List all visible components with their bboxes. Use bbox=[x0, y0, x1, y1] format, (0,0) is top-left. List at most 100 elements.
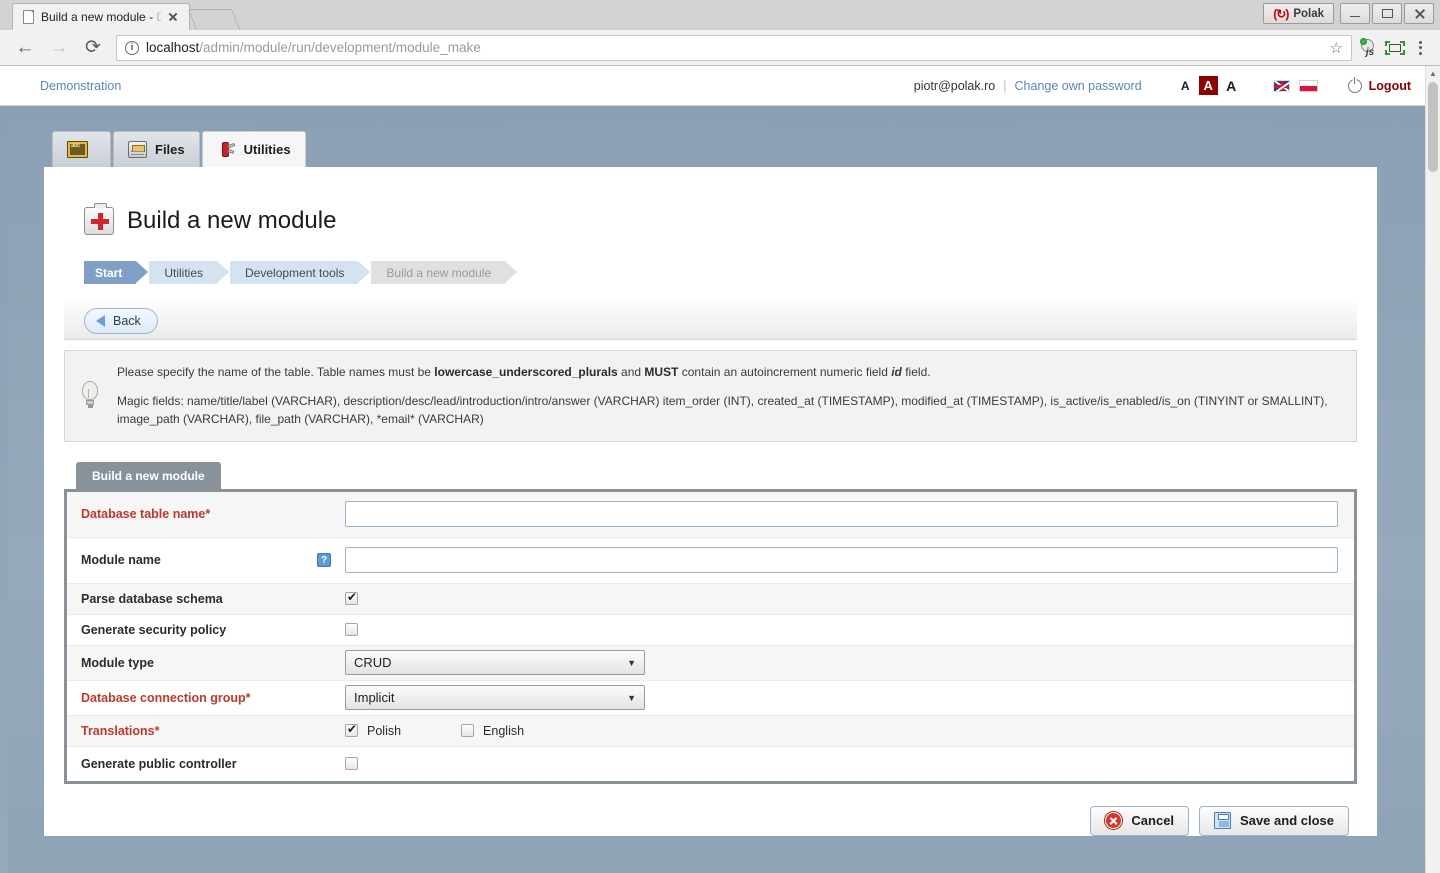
breadcrumb-label: Build a new module bbox=[386, 265, 492, 280]
breadcrumb-label: Utilities bbox=[164, 265, 204, 280]
cancel-label: Cancel bbox=[1131, 813, 1175, 829]
address-bar[interactable]: i localhost/admin/module/run/development… bbox=[116, 34, 1352, 61]
language-switcher bbox=[1272, 79, 1318, 92]
form-row-module-name: Module name ? bbox=[67, 538, 1354, 584]
form-row-translations: Translations* Polish English bbox=[67, 715, 1354, 747]
font-size-medium-button[interactable]: A bbox=[1198, 76, 1218, 95]
polak-label: Polak bbox=[1293, 7, 1324, 20]
form-tab-build-module[interactable]: Build a new module bbox=[76, 461, 221, 489]
screenshot-extension-icon[interactable] bbox=[1384, 38, 1406, 58]
minimize-button[interactable] bbox=[1340, 3, 1370, 24]
window-controls: (↻) Polak bbox=[1263, 3, 1434, 24]
tab-files[interactable]: Files bbox=[113, 131, 200, 167]
label-database-table-name: Database table name* bbox=[81, 507, 211, 522]
left-rail bbox=[0, 106, 8, 873]
page-viewport: Demonstration piotr@polak.ro | Change ow… bbox=[0, 66, 1440, 873]
arrow-left-icon bbox=[96, 314, 105, 327]
flag-polish-icon[interactable] bbox=[1298, 79, 1318, 92]
maximize-button[interactable] bbox=[1372, 3, 1402, 24]
swiss-knife-icon bbox=[217, 140, 236, 159]
form-row-module-type: Module type CRUD ▼ bbox=[67, 645, 1354, 681]
bookmark-icon[interactable]: ☆ bbox=[1330, 39, 1343, 57]
form-row-table-name: Database table name* bbox=[67, 491, 1354, 538]
tab-dashboard[interactable] bbox=[52, 131, 111, 167]
close-window-button[interactable] bbox=[1404, 3, 1434, 24]
info-panel: Please specify the name of the table. Ta… bbox=[64, 350, 1357, 442]
logout-button[interactable]: Logout bbox=[1347, 76, 1411, 93]
database-table-name-input[interactable] bbox=[345, 501, 1338, 528]
generate-security-policy-checkbox[interactable] bbox=[345, 623, 358, 637]
form-panel: Database table name* Module name ? Parse… bbox=[64, 488, 1357, 784]
app-header: Demonstration piotr@polak.ro | Change ow… bbox=[0, 66, 1425, 106]
content-card: Build a new module Start Utilities Devel… bbox=[44, 167, 1377, 836]
scrollbar-thumb[interactable] bbox=[1428, 82, 1438, 172]
back-icon[interactable]: ← bbox=[10, 34, 40, 62]
forward-icon[interactable]: → bbox=[44, 34, 74, 62]
page-icon bbox=[23, 10, 34, 24]
translation-polish-checkbox[interactable] bbox=[345, 722, 358, 738]
generate-public-controller-checkbox[interactable] bbox=[345, 757, 358, 771]
label-translations: Translations* bbox=[81, 723, 160, 738]
magic-fields-text: name/title/label (VARCHAR), description/… bbox=[117, 393, 1328, 427]
change-password-link[interactable]: Change own password bbox=[1014, 79, 1141, 93]
logout-label: Logout bbox=[1368, 78, 1411, 93]
module-type-value: CRUD bbox=[354, 655, 392, 671]
info-text: Please specify the name of the table. Ta… bbox=[117, 363, 1342, 429]
page-title: Build a new module bbox=[127, 207, 337, 235]
help-icon[interactable]: ? bbox=[317, 553, 331, 568]
new-tab-button[interactable] bbox=[187, 9, 241, 30]
close-icon[interactable] bbox=[165, 9, 181, 25]
font-size-small-button[interactable]: A bbox=[1178, 79, 1193, 93]
page-scrollbar[interactable]: ▲ bbox=[1425, 66, 1440, 873]
chevron-down-icon: ▼ bbox=[627, 657, 636, 668]
app-header-right: piotr@polak.ro | Change own password A A… bbox=[914, 76, 1411, 95]
font-size-large-button[interactable]: A bbox=[1224, 78, 1239, 94]
divider: | bbox=[1003, 78, 1007, 93]
cancel-button[interactable]: Cancel bbox=[1090, 805, 1190, 836]
reload-icon[interactable]: ⟳ bbox=[78, 34, 108, 62]
font-size-switcher: A A A bbox=[1178, 76, 1239, 95]
javascript-extension-icon[interactable]: js bbox=[1360, 37, 1380, 58]
browser-window: Build a new module - De (↻) Polak ← → ⟳ … bbox=[0, 0, 1440, 873]
files-icon bbox=[128, 141, 147, 158]
polak-app-button[interactable]: (↻) Polak bbox=[1263, 3, 1334, 24]
translation-option-polish[interactable]: Polish bbox=[345, 722, 402, 738]
label-module-type: Module type bbox=[81, 655, 154, 670]
translation-option-english[interactable]: English bbox=[461, 724, 524, 738]
form-row-security-policy: Generate security policy bbox=[67, 615, 1354, 646]
module-type-select[interactable]: CRUD ▼ bbox=[345, 650, 645, 676]
action-bar: Back bbox=[64, 302, 1357, 341]
scroll-up-icon[interactable]: ▲ bbox=[1426, 66, 1440, 81]
chrome-menu-icon[interactable] bbox=[1410, 37, 1430, 59]
label-generate-security-policy: Generate security policy bbox=[81, 622, 227, 637]
label-module-name: Module name bbox=[81, 553, 161, 568]
back-button[interactable]: Back bbox=[84, 307, 158, 334]
breadcrumb-item-start[interactable]: Start bbox=[84, 261, 149, 285]
form-row-db-group: Database connection group* Implicit ▼ bbox=[67, 681, 1354, 716]
demonstration-link[interactable]: Demonstration bbox=[40, 79, 121, 93]
db-group-value: Implicit bbox=[354, 690, 395, 706]
breadcrumb-item-development-tools[interactable]: Development tools bbox=[230, 261, 371, 285]
flag-english-icon[interactable] bbox=[1272, 79, 1290, 92]
label-database-connection-group: Database connection group* bbox=[81, 690, 251, 705]
module-name-input[interactable] bbox=[345, 547, 1338, 574]
browser-tab-active[interactable]: Build a new module - De bbox=[12, 3, 190, 30]
info-line-2: Magic fields: name/title/label (VARCHAR)… bbox=[117, 393, 1328, 427]
database-connection-group-select[interactable]: Implicit ▼ bbox=[345, 685, 645, 711]
browser-toolbar: ← → ⟳ i localhost/admin/module/run/devel… bbox=[0, 30, 1440, 66]
url-text: localhost/admin/module/run/development/m… bbox=[146, 40, 481, 55]
power-icon bbox=[1347, 76, 1362, 93]
main-tabs: Files Utilities bbox=[8, 106, 1425, 167]
parse-database-schema-checkbox[interactable] bbox=[345, 590, 358, 606]
site-info-icon[interactable]: i bbox=[125, 40, 139, 55]
tab-utilities[interactable]: Utilities bbox=[201, 131, 306, 167]
tab-strip: Build a new module - De bbox=[12, 0, 241, 30]
breadcrumb-label: Start bbox=[95, 265, 123, 280]
translation-english-checkbox[interactable] bbox=[461, 724, 475, 738]
breadcrumb-item-utilities[interactable]: Utilities bbox=[149, 261, 229, 285]
breadcrumb-item-current: Build a new module bbox=[371, 261, 517, 285]
save-and-close-button[interactable]: Save and close bbox=[1199, 805, 1349, 836]
form-actions: Cancel Save and close bbox=[64, 784, 1357, 836]
info-line-1: Please specify the name of the table. Ta… bbox=[117, 365, 931, 380]
translation-polish-label: Polish bbox=[367, 723, 402, 738]
